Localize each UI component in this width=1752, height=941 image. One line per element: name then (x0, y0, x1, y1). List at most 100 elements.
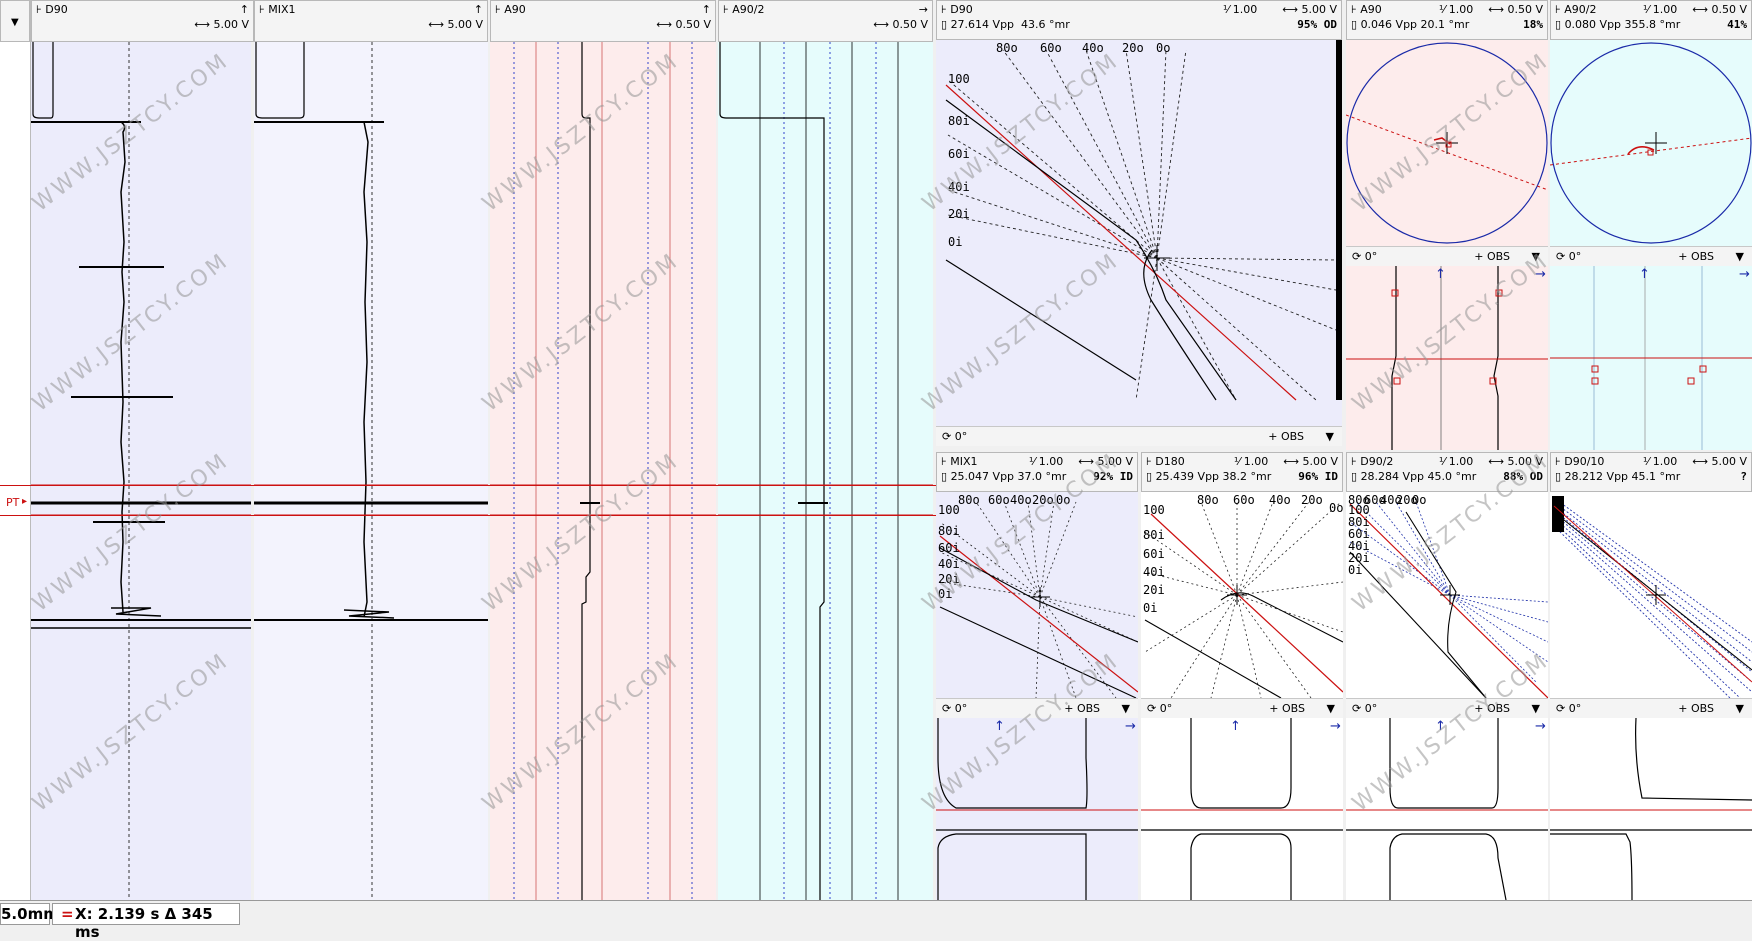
lissajous-plot-a90[interactable] (1346, 40, 1548, 246)
arrow-right-icon[interactable]: → (1739, 267, 1750, 282)
arrow-up-icon[interactable]: ↑ (240, 3, 249, 16)
ratio-value[interactable]: 1.00 (1653, 3, 1678, 16)
rotation-value[interactable]: 0° (1365, 250, 1378, 263)
arrow-up-icon[interactable]: ↑ (1435, 267, 1446, 282)
strip-plot-a90[interactable] (490, 42, 716, 900)
arrow-up-icon[interactable]: ↑ (994, 719, 1005, 734)
plus-icon[interactable]: + (1064, 702, 1073, 715)
scale-value[interactable]: 0.50 V (1507, 3, 1543, 16)
scale-value[interactable]: 5.00 V (1097, 455, 1133, 468)
plus-icon[interactable]: + (1678, 702, 1687, 715)
strip-scale[interactable]: 5.00 V (213, 18, 249, 31)
obs-label[interactable]: OBS (1281, 430, 1304, 443)
rotation-value[interactable]: 0° (955, 702, 968, 715)
chevron-down-icon[interactable]: ▼ (1736, 702, 1744, 715)
rotate-icon[interactable]: ⟳ (1556, 702, 1565, 715)
strip-scale[interactable]: 5.00 V (447, 18, 483, 31)
strip-plot-a902[interactable] (718, 42, 933, 900)
rotate-icon[interactable]: ⟳ (1147, 702, 1156, 715)
scale-value[interactable]: 0.50 V (1711, 3, 1747, 16)
arrow-right-icon[interactable]: → (1330, 719, 1341, 734)
arrow-right-icon[interactable]: → (1535, 719, 1546, 734)
strip-header-a902[interactable]: ⊦ A90/2 → ⟷ 0.50 V (718, 0, 933, 42)
arrow-up-icon[interactable]: ↑ (474, 3, 483, 16)
plus-icon[interactable]: + (1474, 702, 1483, 715)
arrow-up-icon[interactable]: ↑ (1639, 267, 1650, 282)
chevron-down-icon[interactable]: ▼ (1327, 702, 1335, 715)
rotate-icon[interactable]: ⟳ (1352, 702, 1361, 715)
obs-label[interactable]: OBS (1691, 250, 1714, 263)
obs-label[interactable]: OBS (1487, 702, 1510, 715)
strip-mini-mix1[interactable]: ↑ → (936, 718, 1138, 900)
plus-icon[interactable]: + (1269, 702, 1278, 715)
obs-label[interactable]: OBS (1691, 702, 1714, 715)
strip-mini-d9010[interactable] (1550, 718, 1752, 900)
chevron-down-icon[interactable]: ▼ (1532, 702, 1540, 715)
strip-mini-d180[interactable]: ↑ → (1141, 718, 1343, 900)
strip-scale[interactable]: 0.50 V (892, 18, 928, 31)
scale-value[interactable]: 5.00 V (1507, 455, 1543, 468)
rotation-value[interactable]: 0° (1160, 702, 1173, 715)
strip-header-d90[interactable]: ⊦ D90 ↑ ⟷ 5.00 V (31, 0, 254, 42)
lissajous-header-d90[interactable]: ⊦ D90 ⅟ 1.00 ⟷ 5.00 V ▯ 27.614 Vpp 43.6 … (936, 0, 1342, 40)
chevron-down-icon[interactable]: ▼ (1736, 250, 1744, 263)
scale-value[interactable]: 5.00 V (1711, 455, 1747, 468)
arrow-up-icon[interactable]: ↑ (702, 3, 711, 16)
lissajous-footer-mix1: ⟳ 0° + OBS ▼ (936, 698, 1138, 718)
obs-label[interactable]: OBS (1487, 250, 1510, 263)
chevron-down-icon[interactable]: ▼ (1532, 250, 1540, 263)
obs-label[interactable]: OBS (1077, 702, 1100, 715)
strip-header-a90[interactable]: ⊦ A90 ↑ ⟷ 0.50 V (490, 0, 716, 42)
axis-label-top: 20o (1301, 493, 1323, 507)
obs-label[interactable]: OBS (1282, 702, 1305, 715)
chevron-down-icon[interactable]: ▼ (11, 17, 19, 28)
plus-icon[interactable]: + (1678, 250, 1687, 263)
rotation-value[interactable]: 0° (1569, 250, 1582, 263)
rotate-icon[interactable]: ⟳ (1556, 250, 1565, 263)
rotate-icon[interactable]: ⟳ (942, 702, 951, 715)
lissajous-plot-a902[interactable] (1550, 40, 1752, 246)
lissajous-header-d180[interactable]: ⊦ D180 ⅟ 1.00 ⟷ 5.00 V ▯ 25.439 Vpp 38.2… (1141, 452, 1343, 492)
ratio-value[interactable]: 1.00 (1449, 3, 1474, 16)
strip-header-mix1[interactable]: ⊦ MIX1 ↑ ⟷ 5.00 V (254, 0, 488, 42)
scale-value[interactable]: 5.00 V (1301, 3, 1337, 16)
arrow-right-icon[interactable]: → (919, 3, 928, 16)
axis-label-left: 0i (1348, 563, 1362, 577)
lissajous-plot-d180[interactable]: 80o 60o 40o 20o 0o 100 80i 60i 40i 20i 0… (1141, 492, 1343, 698)
lissajous-plot-d902[interactable]: 80o 60o 40o 20o 0o 100 80i 60i 40i 20i 0… (1346, 492, 1548, 698)
ratio-value[interactable]: 1.00 (1233, 3, 1258, 16)
rotate-icon[interactable]: ⟳ (1352, 250, 1361, 263)
rotation-value[interactable]: 0° (1569, 702, 1582, 715)
lissajous-plot-mix1[interactable]: 80o 60o 40o 20o 0o 100 80i 60i 40i 20i 0… (936, 492, 1138, 698)
rotation-value[interactable]: 0° (955, 430, 968, 443)
lissajous-header-a902[interactable]: ⊦ A90/2 ⅟ 1.00 ⟷ 0.50 V ▯ 0.080 Vpp 355.… (1550, 0, 1752, 40)
arrow-up-icon[interactable]: ↑ (1230, 719, 1241, 734)
lissajous-plot-d9010[interactable] (1550, 492, 1752, 698)
strip-plot-mix1[interactable] (254, 42, 488, 900)
strip-mini-d902[interactable]: ↑ → (1346, 718, 1548, 900)
chevron-down-icon[interactable]: ▼ (1122, 702, 1130, 715)
ratio-value[interactable]: 1.00 (1244, 455, 1269, 468)
scale-value[interactable]: 5.00 V (1302, 455, 1338, 468)
arrow-right-icon[interactable]: → (1535, 267, 1546, 282)
arrow-right-icon[interactable]: → (1125, 719, 1136, 734)
strip-mini-a90[interactable]: ↑ → (1346, 266, 1548, 450)
plus-icon[interactable]: + (1474, 250, 1483, 263)
ratio-value[interactable]: 1.00 (1449, 455, 1474, 468)
ratio-value[interactable]: 1.00 (1653, 455, 1678, 468)
arrow-up-icon[interactable]: ↑ (1435, 719, 1446, 734)
chevron-down-icon[interactable]: ▼ (1326, 430, 1334, 443)
lissajous-header-mix1[interactable]: ⊦ MIX1 ⅟ 1.00 ⟷ 5.00 V ▯ 25.047 Vpp 37.0… (936, 452, 1138, 492)
strip-mini-a902[interactable]: ↑ → (1550, 266, 1752, 450)
plus-icon[interactable]: + (1268, 430, 1277, 443)
lissajous-header-d902[interactable]: ⊦ D90/2 ⅟ 1.00 ⟷ 5.00 V ▯ 28.284 Vpp 45.… (1346, 452, 1548, 492)
ratio-value[interactable]: 1.00 (1039, 455, 1064, 468)
lissajous-header-d9010[interactable]: ⊦ D90/10 ⅟ 1.00 ⟷ 5.00 V ▯ 28.212 Vpp 45… (1550, 452, 1752, 492)
lissajous-header-a90[interactable]: ⊦ A90 ⅟ 1.00 ⟷ 0.50 V ▯ 0.046 Vpp 20.1 °… (1346, 0, 1548, 40)
rotate-icon[interactable]: ⟳ (942, 430, 951, 443)
gutter-dropdown[interactable]: ▼ (0, 0, 30, 42)
strip-plot-d90[interactable] (31, 42, 251, 900)
rotation-value[interactable]: 0° (1365, 702, 1378, 715)
strip-scale[interactable]: 0.50 V (675, 18, 711, 31)
lissajous-plot-d90[interactable]: 80o 60o 40o 20o 0o 100 80i 60i 40i 20i 0… (936, 40, 1342, 426)
